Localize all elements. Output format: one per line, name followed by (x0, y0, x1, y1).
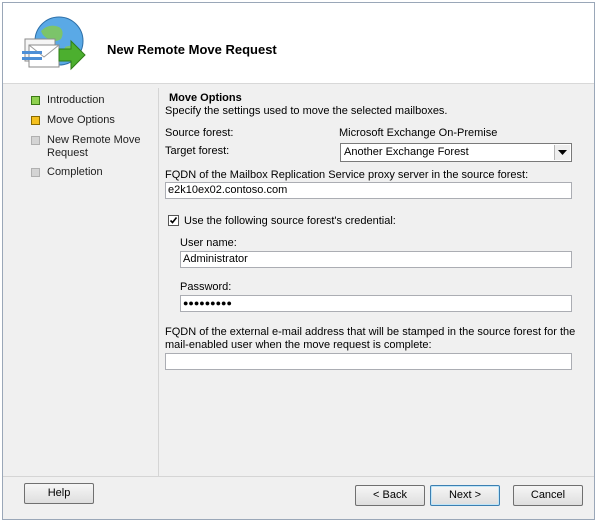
target-forest-selected: Another Exchange Forest (344, 146, 469, 158)
back-button[interactable]: < Back (355, 485, 425, 506)
external-email-input[interactable] (165, 353, 572, 370)
target-forest-dropdown[interactable]: Another Exchange Forest (340, 143, 572, 162)
step-label: New Remote Move Request (47, 134, 141, 159)
step-pending-icon (31, 168, 40, 177)
username-input[interactable]: Administrator (180, 251, 572, 268)
step-introduction: Introduction (31, 94, 156, 114)
step-label: Introduction (47, 94, 105, 106)
wizard-steps: Introduction Move Options New Remote Mov… (31, 94, 156, 186)
fqdn-proxy-input[interactable]: e2k10ex02.contoso.com (165, 182, 572, 199)
checkmark-icon (169, 217, 178, 224)
external-email-label-line2: mail-enabled user when the move request … (165, 339, 432, 351)
panel-divider (158, 88, 159, 476)
source-forest-value: Microsoft Exchange On-Premise (339, 127, 498, 139)
step-label: Completion (47, 166, 103, 178)
dropdown-arrow-icon[interactable] (554, 145, 570, 160)
password-input[interactable]: ●●●●●●●●● (180, 295, 572, 312)
step-label: Move Options (47, 114, 115, 126)
exchange-move-wizard-icon (22, 16, 86, 71)
username-label: User name: (180, 237, 237, 249)
step-completion: Completion (31, 166, 156, 186)
wizard-window: New Remote Move Request Introduction Mov… (2, 2, 595, 520)
help-button[interactable]: Help (24, 483, 94, 504)
source-forest-label: Source forest: (165, 127, 234, 139)
use-credential-checkbox[interactable] (168, 215, 179, 226)
password-label: Password: (180, 281, 232, 293)
next-button[interactable]: Next > (430, 485, 500, 506)
wizard-title: New Remote Move Request (107, 42, 277, 57)
cancel-button[interactable]: Cancel (513, 485, 583, 506)
step-new-remote-move-request: New Remote Move Request (31, 134, 156, 166)
external-email-label-line1: FQDN of the external e-mail address that… (165, 326, 576, 338)
step-pending-icon (31, 136, 40, 145)
section-description: Specify the settings used to move the se… (165, 105, 448, 117)
button-bar-separator (3, 476, 594, 477)
fqdn-proxy-label: FQDN of the Mailbox Replication Service … (165, 169, 529, 181)
step-complete-icon (31, 96, 40, 105)
section-title: Move Options (169, 92, 242, 104)
step-current-icon (31, 116, 40, 125)
wizard-header: New Remote Move Request (3, 3, 594, 84)
use-credential-label: Use the following source forest's creden… (184, 215, 396, 227)
step-move-options: Move Options (31, 114, 156, 134)
target-forest-label: Target forest: (165, 145, 230, 157)
